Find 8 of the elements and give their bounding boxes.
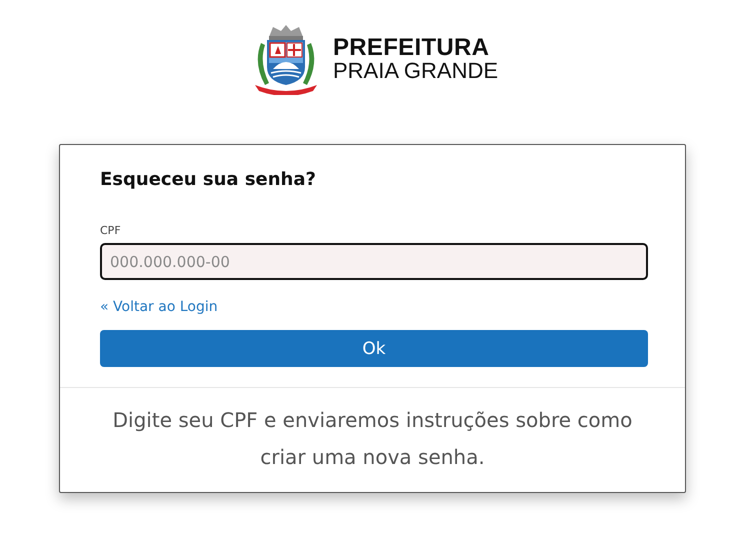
brand-title: PREFEITURA [332, 36, 490, 59]
brand-subtitle: PRAIA GRANDE [332, 59, 498, 82]
form-title: Esqueceu sua senha? [100, 169, 316, 190]
field-label: CPF [100, 224, 121, 237]
back-to-login-link[interactable]: « Voltar ao Login [100, 299, 218, 315]
instruction-text: Digite seu CPF e enviaremos instruções sobre como criar uma nova senha. [112, 407, 634, 471]
ok-button[interactable]: Ok [100, 330, 648, 367]
cpf-input-field[interactable]: 000.000.000-00 [100, 243, 648, 280]
